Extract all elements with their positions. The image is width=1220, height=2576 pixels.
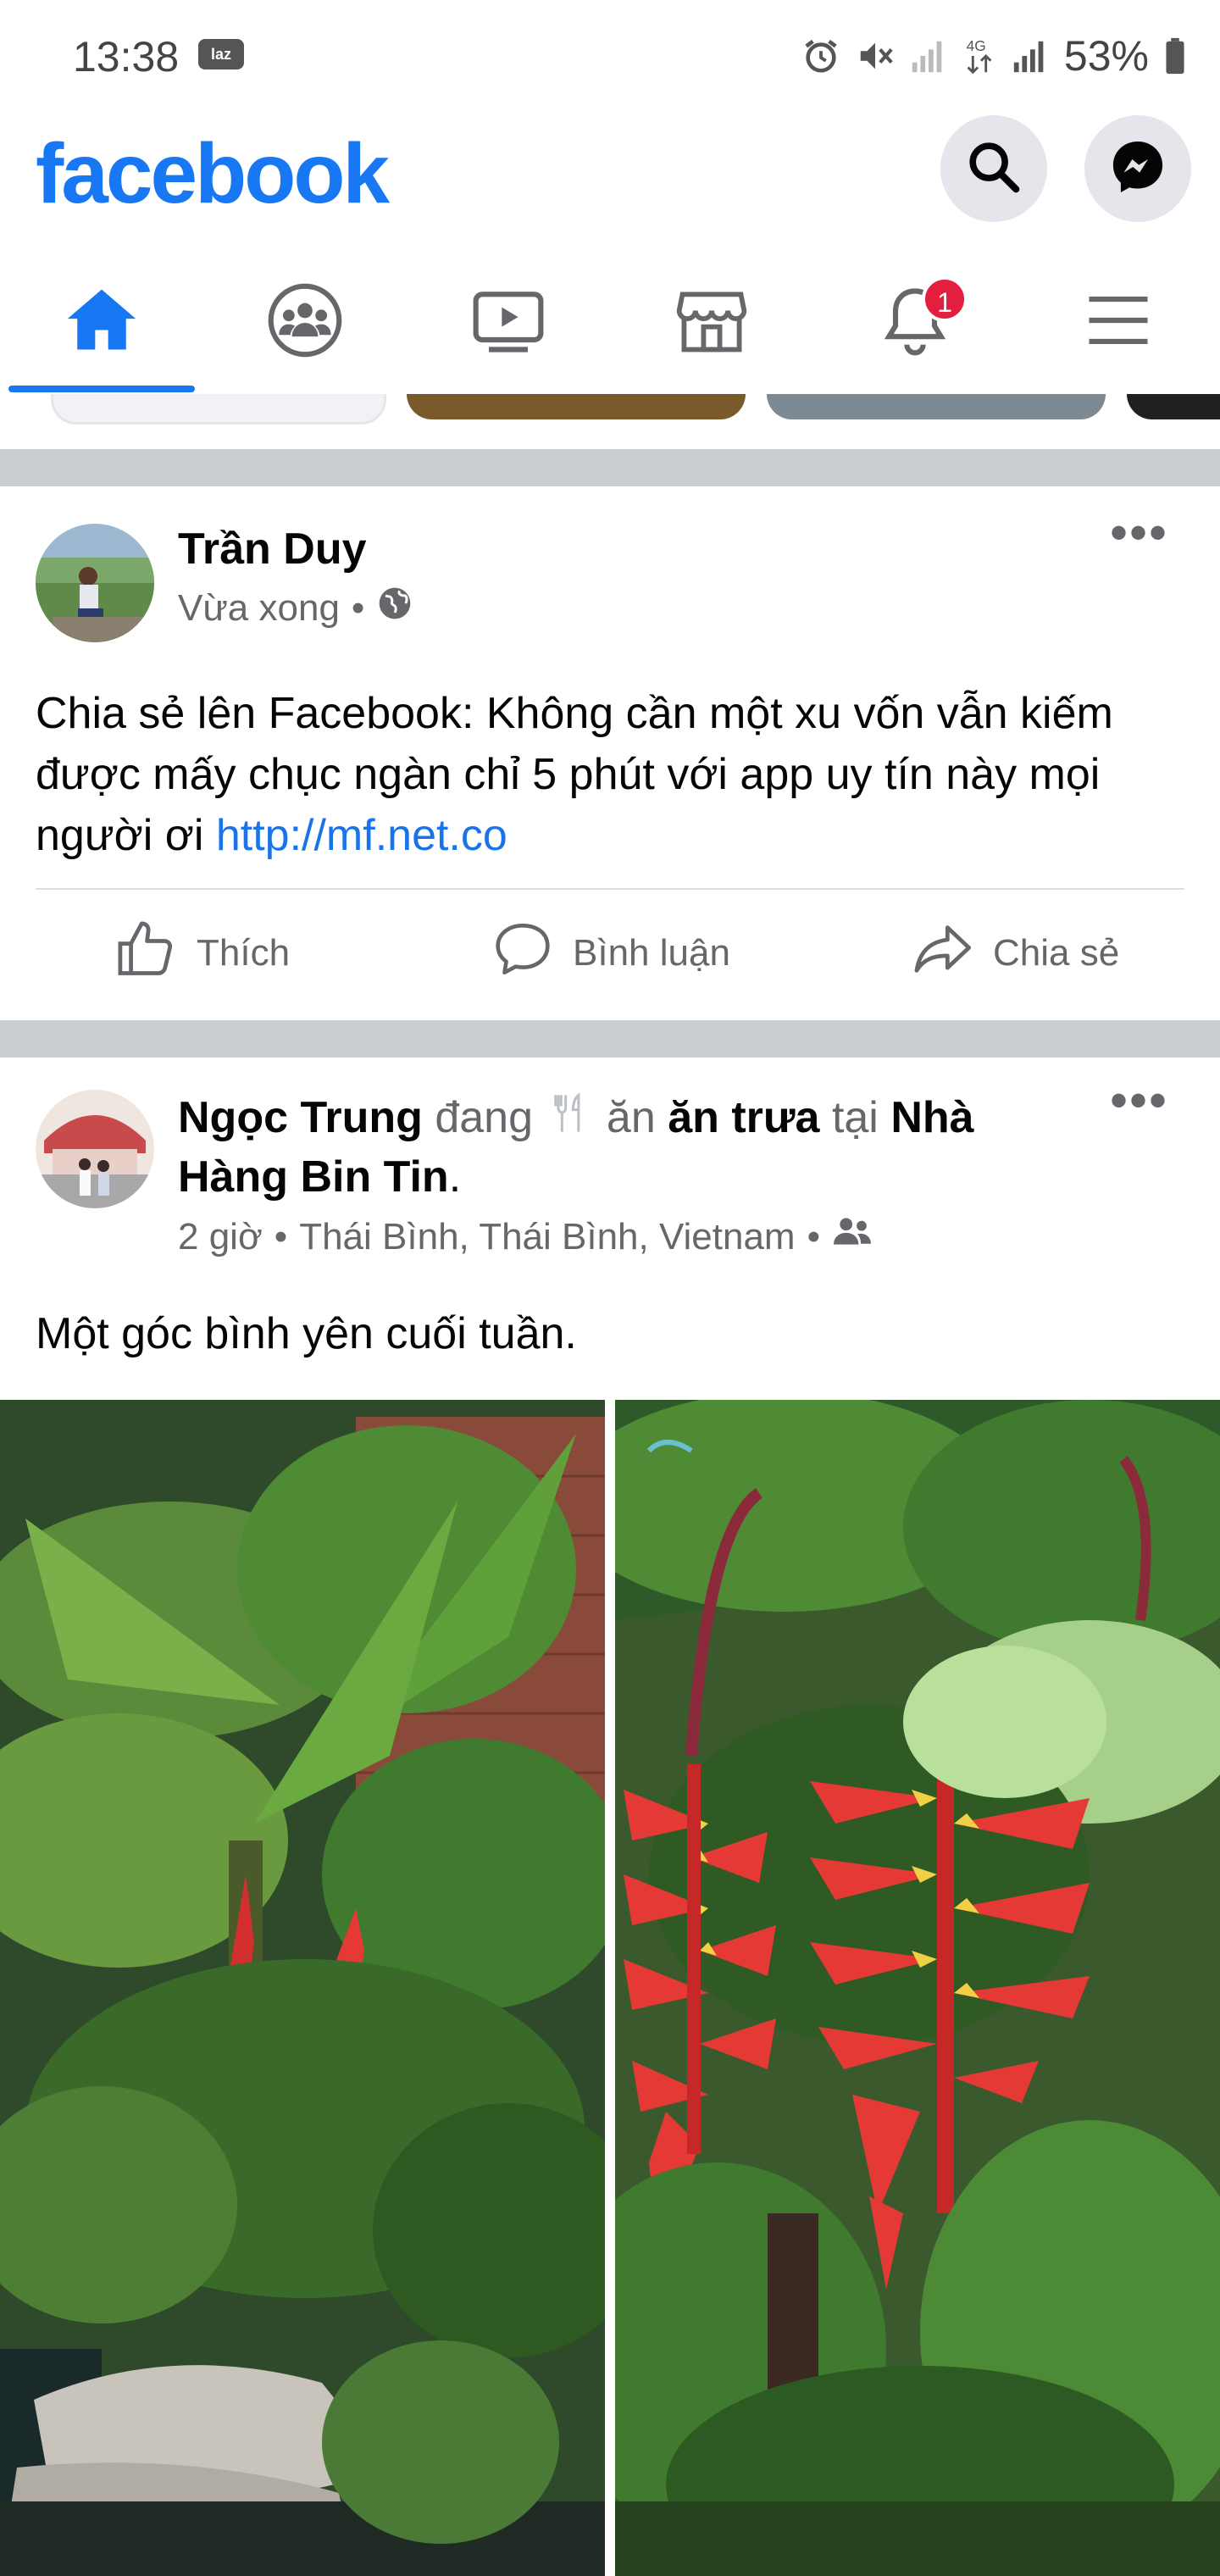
tab-home[interactable] (0, 254, 203, 390)
feed-separator (0, 449, 1220, 486)
post-time[interactable]: 2 giờ (178, 1216, 263, 1258)
fork-knife-icon (550, 1091, 589, 1149)
notification-badge: 1 (922, 276, 968, 322)
story-card[interactable] (1127, 394, 1220, 419)
messenger-icon (1107, 136, 1168, 202)
post-meta: Vừa xong • (178, 585, 413, 631)
tab-groups[interactable] (203, 254, 407, 390)
laz-icon: laz (198, 39, 244, 69)
share-icon (910, 917, 974, 991)
comment-icon (491, 918, 554, 990)
period: . (448, 1152, 462, 1202)
like-button[interactable]: Thích (114, 890, 290, 1017)
feed-separator (0, 1020, 1220, 1058)
post-photo[interactable] (615, 1400, 1220, 2576)
activity-label[interactable]: ăn trưa (668, 1093, 819, 1142)
signal-icon (1012, 36, 1049, 75)
post-location[interactable]: Thái Bình, Thái Bình, Vietnam (299, 1216, 795, 1258)
vibrate-mute-icon (856, 36, 895, 75)
post-photo[interactable] (0, 1400, 605, 2576)
at-word: tại (831, 1093, 879, 1142)
post-actions: Thích Bình luận Chia sẻ (0, 890, 1220, 1017)
post-link[interactable]: http://mf.net.co (216, 811, 507, 860)
friends-icon (832, 1213, 873, 1260)
post-card: Trần Duy Vừa xong • ••• Chia sẻ lên Face… (0, 486, 1220, 1020)
like-icon (114, 917, 178, 991)
post-meta: 2 giờ • Thái Bình, Thái Bình, Vietnam • (178, 1213, 873, 1260)
hamburger-menu-icon (1079, 281, 1157, 364)
facebook-logo[interactable]: facebook (36, 125, 390, 223)
messenger-button[interactable] (1084, 115, 1191, 222)
home-icon (63, 281, 141, 364)
status-bar: 13:38 laz 4G 53% (0, 0, 1220, 110)
post-header-text: Ngọc Trung đang ăn ăn trưa tại Nhà Hàng … (178, 1090, 1076, 1205)
active-tab-indicator (8, 386, 195, 392)
meta-separator: • (807, 1215, 820, 1257)
watch-icon (469, 281, 547, 364)
share-label: Chia sẻ (993, 932, 1120, 974)
story-card[interactable] (407, 394, 746, 419)
post-text: Chia sẻ lên Facebook: Không cần một xu v… (36, 683, 1196, 866)
activity-prefix: ăn (606, 1093, 656, 1142)
more-options-icon[interactable]: ••• (1110, 503, 1168, 562)
activity-verb: đang (435, 1093, 534, 1142)
4g-icon: 4G (962, 35, 996, 77)
status-icons: 4G 53% (801, 31, 1186, 81)
post-card: Ngọc Trung đang ăn ăn trưa tại Nhà Hàng … (0, 1058, 1220, 2576)
globe-icon (376, 585, 413, 631)
search-button[interactable] (940, 115, 1047, 222)
tab-notifications[interactable] (813, 254, 1017, 390)
post-time[interactable]: Vừa xong (178, 587, 340, 630)
meta-separator: • (274, 1215, 288, 1257)
story-card[interactable] (767, 394, 1106, 419)
story-card[interactable] (51, 394, 386, 425)
battery-icon (1164, 36, 1186, 75)
tab-bar (0, 254, 1220, 398)
like-label: Thích (197, 932, 291, 974)
avatar[interactable] (36, 1090, 154, 1208)
post-body: Chia sẻ lên Facebook: Không cần một xu v… (36, 689, 1113, 860)
comment-label: Bình luận (573, 932, 730, 974)
avatar[interactable] (36, 524, 154, 642)
more-options-icon[interactable]: ••• (1110, 1071, 1168, 1130)
tab-watch[interactable] (407, 254, 610, 390)
meta-separator: • (351, 586, 365, 629)
search-icon (964, 137, 1023, 201)
tab-marketplace[interactable] (610, 254, 813, 390)
post-author[interactable]: Ngọc Trung (178, 1093, 423, 1142)
comment-button[interactable]: Bình luận (491, 890, 730, 1017)
tab-menu[interactable] (1017, 254, 1220, 390)
post-author[interactable]: Trần Duy (178, 524, 367, 575)
stories-strip[interactable] (0, 394, 1220, 436)
post-text: Một góc bình yên cuối tuần. (36, 1309, 577, 1358)
signal-icon (910, 36, 947, 75)
share-button[interactable]: Chia sẻ (910, 890, 1119, 1017)
status-time: 13:38 (73, 33, 180, 80)
groups-icon (266, 281, 344, 364)
marketplace-icon (673, 281, 751, 364)
alarm-icon (801, 36, 840, 75)
svg-text:4G: 4G (967, 37, 986, 54)
battery-percent: 53% (1063, 32, 1149, 80)
